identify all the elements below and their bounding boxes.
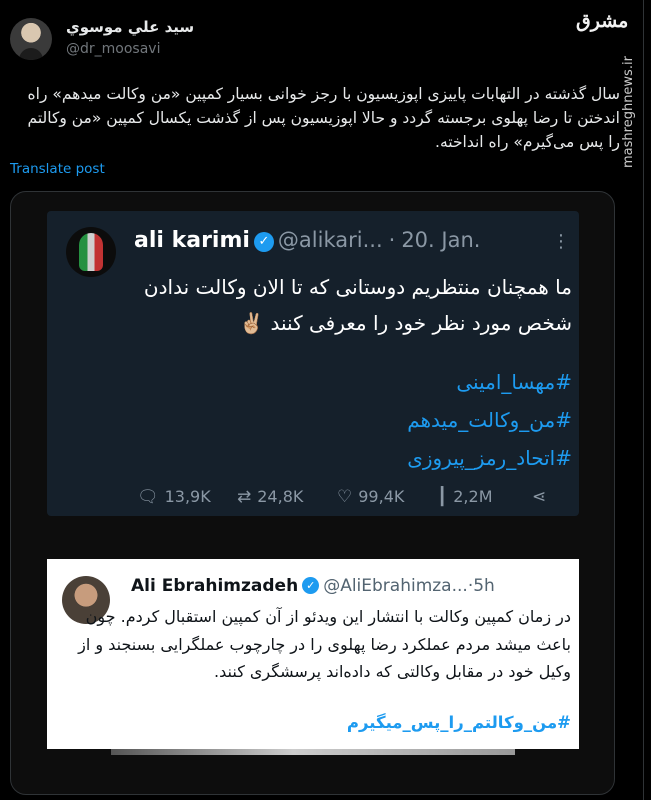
embedded-tweet-ebrahimzadeh: Ali Ebrahimzadeh ✓ @AliEbrahimza...·5h در …	[47, 559, 579, 749]
watermark-text: mashreghnews.ir	[621, 56, 636, 168]
post-header: سيد علي موسوي @dr_moosavi	[10, 14, 570, 64]
ebrahimzadeh-tweet-header: Ali Ebrahimzadeh ✓ @AliEbrahimza...·5h	[131, 576, 571, 596]
views-icon: ┃	[437, 487, 448, 507]
repost-icon: ⇄	[237, 487, 252, 507]
karimi-tweet-text: ما همچنان منتظریم دوستانی که تا الان وکا…	[143, 275, 572, 335]
separator-dot: ·	[388, 228, 396, 252]
heart-icon: ♡	[337, 487, 353, 507]
karimi-engagement-stats: 🗨 13,9K ⇄ 24,8K ♡ 99,4K ┃ 2,2M ⋖	[137, 487, 567, 515]
hashtag: #من_وکالت_میدهم	[407, 408, 572, 432]
like-count: 99,4K	[358, 487, 405, 506]
verified-badge-icon: ✓	[302, 577, 320, 594]
repost-count: 24,8K	[257, 487, 304, 506]
views-stat: ┃ 2,2M	[437, 487, 493, 507]
video-preview-strip	[111, 749, 515, 755]
ebrahimzadeh-handle: @AliEbrahimza...	[323, 576, 468, 596]
repost-stat: ⇄ 24,8K	[237, 487, 303, 507]
karimi-date: 20. Jan.	[401, 228, 481, 252]
verified-badge-icon: ✓	[253, 232, 274, 252]
karimi-handle: @alikari...	[277, 228, 383, 252]
more-options-icon: ⋮	[552, 231, 570, 252]
like-stat: ♡ 99,4K	[337, 487, 404, 507]
reply-icon: 🗨	[137, 487, 159, 507]
views-count: 2,2M	[453, 487, 493, 506]
hashtag: #مهسا_امینی	[456, 370, 572, 394]
author-name[interactable]: سيد علي موسوي	[66, 18, 194, 36]
column-divider	[643, 0, 644, 800]
ebrahimzadeh-time: 5h	[473, 576, 495, 596]
reply-stat: 🗨 13,9K	[137, 487, 211, 507]
author-avatar[interactable]	[10, 18, 52, 60]
brand-logo: مشرق	[576, 8, 628, 38]
translate-post-link[interactable]: Translate post	[10, 161, 105, 177]
karimi-tweet-header: ali karimi ✓ @alikari... · 20. Jan.	[134, 228, 574, 258]
post-media[interactable]: ali karimi ✓ @alikari... · 20. Jan. ⋮ ما همچ…	[10, 191, 615, 795]
karimi-hashtags: #مهسا_امینی #من_وکالت_میدهم #اتحاد_رمز_پ…	[107, 363, 572, 477]
hashtag: #من_وکالتم_را_پس_میگیرم	[346, 713, 571, 732]
author-handle[interactable]: @dr_moosavi	[66, 41, 160, 57]
reply-count: 13,9K	[164, 487, 211, 506]
karimi-name: ali karimi	[134, 228, 250, 253]
ebrahimzadeh-tweet-text: در زمان کمپین وکالت با انتشار این ویدئو …	[78, 607, 571, 681]
hashtag: #اتحاد_رمز_پیروزی	[407, 446, 572, 470]
site-watermark: mashreghnews.ir	[617, 8, 643, 168]
ebrahimzadeh-name: Ali Ebrahimzadeh	[131, 576, 299, 596]
post-text: سال گذشته در التهابات پاییزی اپوزیسیون ب…	[27, 85, 620, 151]
embedded-tweet-karimi: ali karimi ✓ @alikari... · 20. Jan. ⋮ ما همچ…	[47, 211, 579, 516]
share-icon: ⋖	[532, 487, 547, 507]
